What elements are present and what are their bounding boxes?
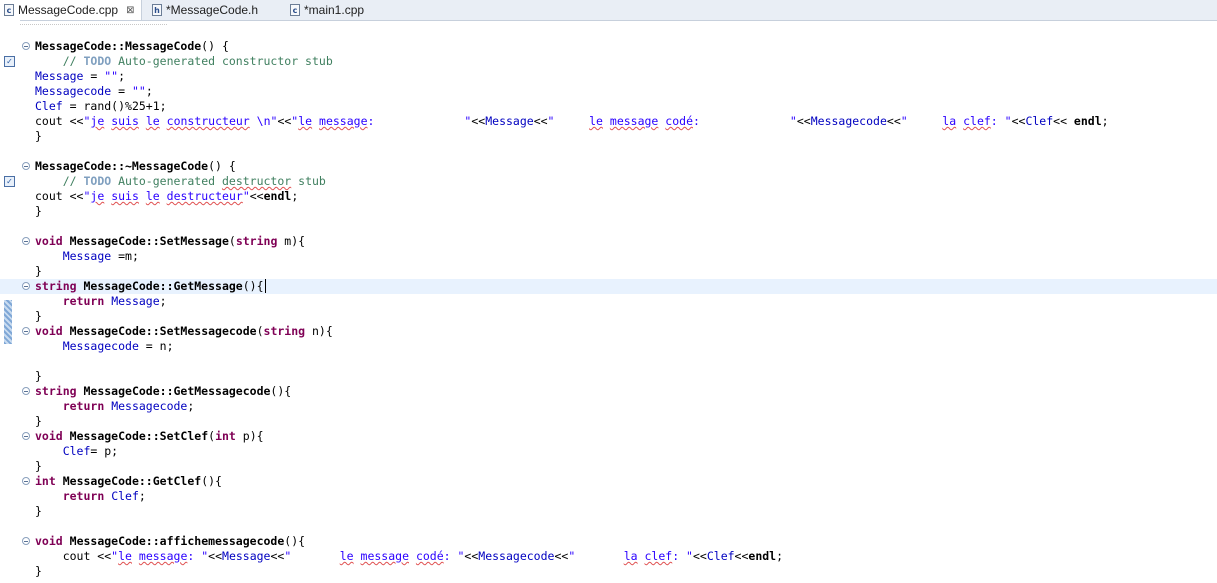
fold-toggle-icon[interactable]	[22, 477, 30, 485]
code-text: }	[35, 504, 42, 518]
code-line[interactable]: void MessageCode::SetMessage(string m){	[0, 234, 1217, 249]
code-text: MessageCode::~MessageCode() {	[35, 159, 236, 173]
cpp-file-icon: c	[4, 4, 14, 16]
code-text: void MessageCode::SetMessagecode(string …	[35, 324, 333, 338]
code-editor[interactable]: MessageCode::MessageCode() { // TODO Aut…	[0, 39, 1217, 579]
editor-tab-bar: c MessageCode.cpp ⊠ h *MessageCode.h c *…	[0, 0, 1217, 21]
code-text: return Message;	[62, 294, 167, 308]
tab-messagecode-h[interactable]: h *MessageCode.h	[148, 0, 278, 20]
code-line[interactable]: void MessageCode::SetClef(int p){	[0, 429, 1217, 444]
code-line[interactable]: }	[0, 204, 1217, 219]
code-line[interactable]: }	[0, 369, 1217, 384]
code-text: int MessageCode::GetClef(){	[35, 474, 222, 488]
code-text: Message = "";	[35, 69, 126, 83]
fold-toggle-icon[interactable]	[22, 237, 30, 245]
fold-toggle-icon[interactable]	[22, 282, 30, 290]
code-text: MessageCode::MessageCode() {	[35, 39, 229, 53]
code-text: string MessageCode::GetMessagecode(){	[35, 384, 292, 398]
code-line[interactable]: return Messagecode;	[0, 399, 1217, 414]
code-line[interactable]	[0, 519, 1217, 534]
fold-toggle-icon[interactable]	[22, 327, 30, 335]
code-text: }	[35, 204, 42, 218]
header-file-icon: h	[152, 4, 162, 16]
code-text: }	[35, 309, 42, 323]
code-text: cout <<"je suis le destructeur"<<endl;	[35, 189, 299, 203]
code-text: void MessageCode::affichemessagecode(){	[35, 534, 306, 548]
fold-toggle-icon[interactable]	[22, 432, 30, 440]
code-text: Messagecode = "";	[35, 84, 153, 98]
code-line[interactable]: }	[0, 414, 1217, 429]
code-line[interactable]: Clef= p;	[0, 444, 1217, 459]
fold-toggle-icon[interactable]	[22, 537, 30, 545]
code-line[interactable]: return Message;	[0, 294, 1217, 309]
code-line[interactable]: return Clef;	[0, 489, 1217, 504]
code-line[interactable]: Messagecode = n;	[0, 339, 1217, 354]
code-text: }	[35, 459, 42, 473]
code-text: Messagecode = n;	[62, 339, 174, 353]
fold-toggle-icon[interactable]	[22, 162, 30, 170]
code-text: cout <<"le message: "<<Message<<" le mes…	[35, 549, 784, 563]
code-line[interactable]: }	[0, 564, 1217, 579]
code-line[interactable]: }	[0, 129, 1217, 144]
code-line[interactable]	[0, 144, 1217, 159]
code-line[interactable]: Message = "";	[0, 69, 1217, 84]
code-line[interactable]: Message =m;	[0, 249, 1217, 264]
code-line[interactable]	[0, 219, 1217, 234]
code-text: }	[35, 414, 42, 428]
cpp-file-icon: c	[290, 4, 300, 16]
code-line[interactable]: }	[0, 459, 1217, 474]
code-line[interactable]: string MessageCode::GetMessage(){	[0, 279, 1217, 294]
code-text: void MessageCode::SetClef(int p){	[35, 429, 264, 443]
code-line[interactable]: cout <<"le message: "<<Message<<" le mes…	[0, 549, 1217, 564]
code-line[interactable]: cout <<"je suis le constructeur \n"<<"le…	[0, 114, 1217, 129]
tab-messagecode-cpp[interactable]: c MessageCode.cpp ⊠	[0, 0, 142, 20]
code-text: cout <<"je suis le constructeur \n"<<"le…	[35, 114, 1109, 128]
code-text: return Clef;	[62, 489, 146, 503]
code-text: }	[35, 369, 42, 383]
code-line[interactable]: void MessageCode::affichemessagecode(){	[0, 534, 1217, 549]
code-line[interactable]: // TODO Auto-generated constructor stub	[0, 54, 1217, 69]
code-text: Message =m;	[62, 249, 139, 263]
editor-top-rule	[17, 24, 167, 26]
code-text: }	[35, 264, 42, 278]
fold-toggle-icon[interactable]	[22, 387, 30, 395]
code-line[interactable]: string MessageCode::GetMessagecode(){	[0, 384, 1217, 399]
code-line[interactable]: Clef = rand()%25+1;	[0, 99, 1217, 114]
code-text: return Messagecode;	[62, 399, 195, 413]
tab-label: MessageCode.cpp	[18, 3, 119, 17]
code-line[interactable]: // TODO Auto-generated destructor stub	[0, 174, 1217, 189]
code-line[interactable]: }	[0, 309, 1217, 324]
code-line[interactable]: }	[0, 264, 1217, 279]
code-text: // TODO Auto-generated destructor stub	[62, 174, 326, 188]
code-text: }	[35, 564, 42, 578]
tab-main1-cpp[interactable]: c *main1.cpp	[286, 0, 396, 20]
code-line[interactable]: cout <<"je suis le destructeur"<<endl;	[0, 189, 1217, 204]
code-text: // TODO Auto-generated constructor stub	[62, 54, 333, 68]
code-text: string MessageCode::GetMessage(){	[35, 279, 266, 293]
code-line[interactable]: }	[0, 504, 1217, 519]
text-caret	[264, 279, 266, 293]
code-line[interactable]: Messagecode = "";	[0, 84, 1217, 99]
tab-label: *main1.cpp	[304, 3, 365, 17]
code-line[interactable]: MessageCode::~MessageCode() {	[0, 159, 1217, 174]
code-line[interactable]: void MessageCode::SetMessagecode(string …	[0, 324, 1217, 339]
code-line[interactable]: MessageCode::MessageCode() {	[0, 39, 1217, 54]
code-text: }	[35, 129, 42, 143]
tab-label: *MessageCode.h	[166, 3, 259, 17]
code-text: void MessageCode::SetMessage(string m){	[35, 234, 306, 248]
code-line[interactable]: int MessageCode::GetClef(){	[0, 474, 1217, 489]
close-icon[interactable]: ⊠	[126, 5, 134, 16]
fold-toggle-icon[interactable]	[22, 42, 30, 50]
code-line[interactable]	[0, 354, 1217, 369]
code-text: Clef = rand()%25+1;	[35, 99, 167, 113]
code-text: Clef= p;	[62, 444, 119, 458]
